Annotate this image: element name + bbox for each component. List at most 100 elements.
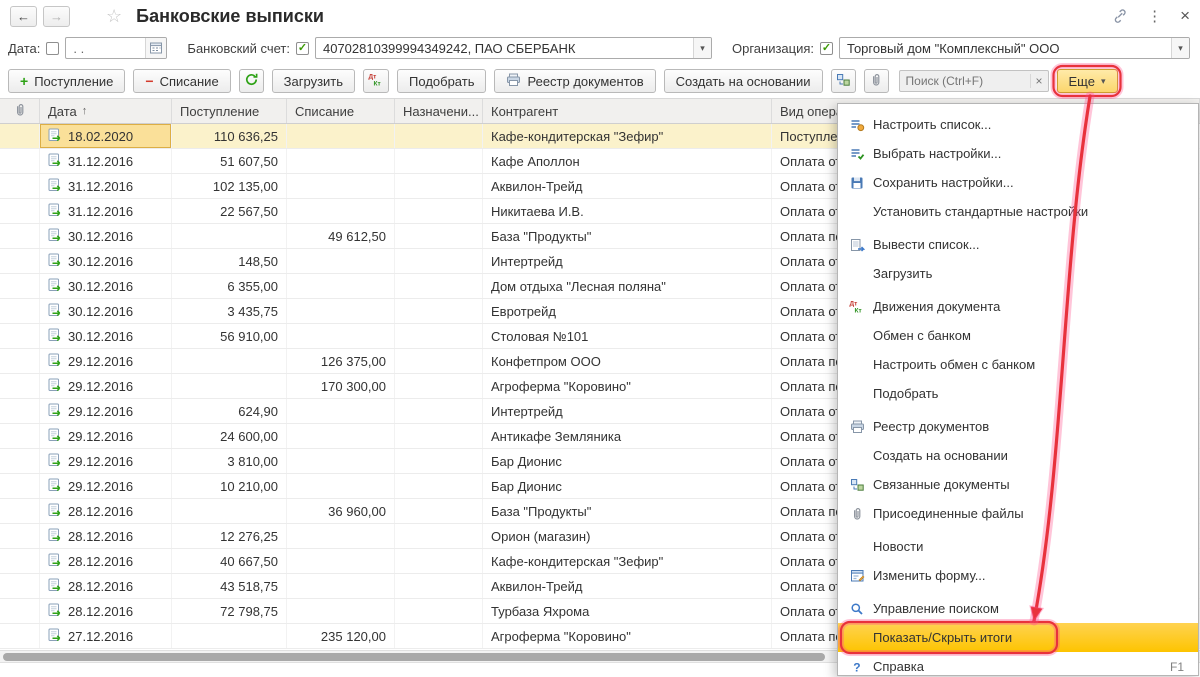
writeoff-cell[interactable] [287,424,395,448]
writeoff-cell[interactable] [287,474,395,498]
close-icon[interactable] [1180,6,1190,26]
date-cell[interactable]: 29.12.2016 [40,424,172,448]
receipt-cell[interactable]: 24 600,00 [172,424,287,448]
writeoff-cell[interactable] [287,249,395,273]
writeoff-cell[interactable] [287,149,395,173]
receipt-cell[interactable]: 40 667,50 [172,549,287,573]
counterparty-cell[interactable]: Бар Дионис [483,474,772,498]
search-clear-icon[interactable] [1030,74,1048,88]
org-filter-checkbox[interactable] [820,42,833,55]
counterparty-cell[interactable]: Агроферма "Коровино" [483,624,772,648]
writeoff-cell[interactable] [287,124,395,148]
column-header-writeoff[interactable]: Списание [287,99,395,123]
forward-button[interactable] [43,6,70,27]
purpose-cell[interactable] [395,324,483,348]
counterparty-cell[interactable]: Аквилон-Трейд [483,574,772,598]
date-cell[interactable]: 30.12.2016 [40,274,172,298]
purpose-cell[interactable] [395,124,483,148]
favorite-star-icon[interactable] [106,6,122,27]
date-cell[interactable]: 30.12.2016 [40,224,172,248]
counterparty-cell[interactable]: Турбаза Яхрома [483,599,772,623]
receipt-cell[interactable]: 56 910,00 [172,324,287,348]
date-cell[interactable]: 28.12.2016 [40,599,172,623]
back-button[interactable] [10,6,37,27]
receipt-cell[interactable]: 110 636,25 [172,124,287,148]
calendar-icon[interactable] [145,38,166,58]
menu-item[interactable]: ? Справка F1 [838,652,1198,676]
date-cell[interactable]: 29.12.2016 [40,449,172,473]
writeoff-cell[interactable] [287,199,395,223]
counterparty-cell[interactable]: Конфетпром ООО [483,349,772,373]
date-cell[interactable]: 30.12.2016 [40,299,172,323]
column-header-purpose[interactable]: Назначени... [395,99,483,123]
receipt-cell[interactable] [172,224,287,248]
writeoff-cell[interactable] [287,599,395,623]
writeoff-cell[interactable] [287,549,395,573]
writeoff-cell[interactable] [287,399,395,423]
receipt-cell[interactable]: 102 135,00 [172,174,287,198]
purpose-cell[interactable] [395,524,483,548]
purpose-cell[interactable] [395,174,483,198]
menu-item[interactable]: Присоединенные файлы [838,499,1198,528]
org-select[interactable]: Торговый дом "Комплексный" ООО [839,37,1190,59]
menu-item[interactable]: Установить стандартные настройки [838,197,1198,226]
writeoff-cell[interactable] [287,174,395,198]
writeoff-cell[interactable]: 36 960,00 [287,499,395,523]
account-filter-checkbox[interactable] [296,42,309,55]
date-filter-checkbox[interactable] [46,42,59,55]
org-dropdown-button[interactable] [1171,38,1189,58]
account-dropdown-button[interactable] [693,38,711,58]
date-cell[interactable]: 27.12.2016 [40,624,172,648]
date-cell[interactable]: 28.12.2016 [40,524,172,548]
counterparty-cell[interactable]: Антикафе Земляника [483,424,772,448]
menu-item[interactable]: Настроить обмен с банком [838,350,1198,379]
date-cell[interactable]: 29.12.2016 [40,349,172,373]
writeoff-cell[interactable]: 49 612,50 [287,224,395,248]
counterparty-cell[interactable]: Орион (магазин) [483,524,772,548]
kebab-menu-icon[interactable] [1147,7,1162,25]
menu-item[interactable]: Новости [838,532,1198,561]
scrollbar-thumb[interactable] [3,653,825,661]
receipt-button[interactable]: Поступление [8,69,125,93]
link-icon[interactable] [1111,8,1129,24]
date-cell[interactable]: 18.02.2020 [40,124,172,148]
purpose-cell[interactable] [395,374,483,398]
counterparty-cell[interactable]: Евротрейд [483,299,772,323]
counterparty-cell[interactable]: Никитаева И.В. [483,199,772,223]
purpose-cell[interactable] [395,349,483,373]
receipt-cell[interactable]: 3 810,00 [172,449,287,473]
counterparty-cell[interactable]: Столовая №101 [483,324,772,348]
purpose-cell[interactable] [395,499,483,523]
counterparty-cell[interactable]: Бар Дионис [483,449,772,473]
writeoff-cell[interactable] [287,574,395,598]
menu-item[interactable]: Выбрать настройки... [838,139,1198,168]
receipt-cell[interactable] [172,374,287,398]
receipt-cell[interactable]: 72 798,75 [172,599,287,623]
date-cell[interactable]: 28.12.2016 [40,499,172,523]
counterparty-cell[interactable]: Интертрейд [483,249,772,273]
date-cell[interactable]: 31.12.2016 [40,199,172,223]
date-cell[interactable]: 28.12.2016 [40,549,172,573]
receipt-cell[interactable]: 3 435,75 [172,299,287,323]
document-postings-button[interactable]: ДтКт [363,69,389,93]
column-header-counterparty[interactable]: Контрагент [483,99,772,123]
menu-item[interactable]: Создать на основании [838,441,1198,470]
date-cell[interactable]: 30.12.2016 [40,249,172,273]
menu-item[interactable]: Загрузить [838,259,1198,288]
menu-item[interactable]: Реестр документов [838,412,1198,441]
purpose-cell[interactable] [395,424,483,448]
purpose-cell[interactable] [395,449,483,473]
counterparty-cell[interactable]: Кафе Аполлон [483,149,772,173]
receipt-cell[interactable]: 43 518,75 [172,574,287,598]
load-statements-button[interactable] [239,69,264,93]
attached-files-button[interactable] [864,69,889,93]
counterparty-cell[interactable]: Агроферма "Коровино" [483,374,772,398]
receipt-cell[interactable] [172,624,287,648]
counterparty-cell[interactable]: Аквилон-Трейд [483,174,772,198]
menu-item[interactable]: Настроить список... [838,110,1198,139]
load-button[interactable]: Загрузить [272,69,355,93]
purpose-cell[interactable] [395,574,483,598]
purpose-cell[interactable] [395,624,483,648]
menu-item[interactable]: Сохранить настройки... [838,168,1198,197]
counterparty-cell[interactable]: Дом отдыха "Лесная поляна" [483,274,772,298]
